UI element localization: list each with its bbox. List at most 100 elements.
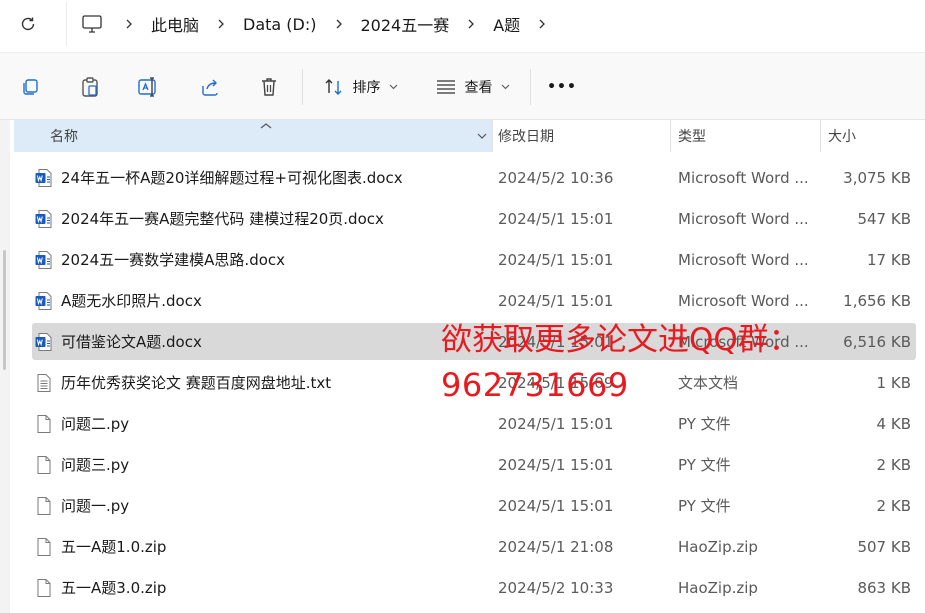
file-name[interactable]: 五一A题3.0.zip <box>61 567 491 608</box>
sort-button[interactable]: 排序 <box>320 70 400 104</box>
header-type-label: 类型 <box>678 129 706 145</box>
file-row[interactable]: 五一A题1.0.zip 2024/5/1 21:08 HaoZip.zip 507 K… <box>14 526 920 567</box>
breadcrumb-contest-folder[interactable]: 2024五一赛 <box>361 12 450 36</box>
file-row[interactable]: 问题二.py 2024/5/1 15:01 PY 文件 4 KB <box>14 403 920 444</box>
sort-ascending-icon <box>260 118 272 134</box>
file-size: 2 KB <box>876 496 911 515</box>
share-icon <box>202 79 218 96</box>
file-size: 6,516 KB <box>843 332 911 351</box>
file-date: 2024/5/1 15:01 <box>498 291 614 310</box>
file-type: HaoZip.zip <box>678 537 758 556</box>
sort-icon <box>325 79 341 95</box>
file-row[interactable]: 可借鉴论文A题.docx 2024/5/1 15:01 Microsoft Word… <box>14 321 920 362</box>
file-type: 文本文档 <box>678 374 739 392</box>
chevron-right-icon[interactable] <box>520 14 564 34</box>
more-options-button[interactable]: ••• <box>547 70 576 104</box>
paste-button[interactable] <box>76 70 104 104</box>
rename-icon <box>138 77 156 97</box>
header-name[interactable]: 名称 <box>14 120 492 152</box>
file-date: 2024/5/1 15:01 <box>498 250 614 269</box>
refresh-icon <box>21 17 35 31</box>
computer-icon[interactable] <box>81 14 103 34</box>
file-type: PY 文件 <box>678 415 731 433</box>
chevron-down-icon <box>389 84 398 90</box>
command-bar: 排序 查看 ••• <box>0 52 925 120</box>
trash-icon <box>262 78 276 96</box>
column-separator[interactable] <box>492 120 493 152</box>
view-list-icon <box>436 80 455 94</box>
chevron-right-icon[interactable] <box>199 14 243 34</box>
delete-button[interactable] <box>255 70 283 104</box>
file-size: 1 KB <box>876 373 911 392</box>
file-name[interactable]: 历年优秀获奖论文 赛题百度网盘地址.txt <box>61 362 491 403</box>
header-size-label: 大小 <box>828 129 856 145</box>
breadcrumb-data-drive[interactable]: Data (D:) <box>243 15 316 34</box>
file-type: Microsoft Word ... <box>678 168 809 187</box>
blank-file-icon <box>34 567 54 608</box>
file-name[interactable]: 五一A题1.0.zip <box>61 526 491 567</box>
file-name[interactable]: 可借鉴论文A题.docx <box>61 321 491 362</box>
file-row[interactable]: 24年五一杯A题20详细解题过程+可视化图表.docx 2024/5/2 10:3… <box>14 157 920 198</box>
file-type: Microsoft Word ... <box>678 209 809 228</box>
column-separator[interactable] <box>670 120 671 152</box>
view-button[interactable]: 查看 <box>432 70 512 104</box>
word-icon <box>34 198 54 239</box>
share-button[interactable] <box>196 70 224 104</box>
header-name-label: 名称 <box>50 129 78 145</box>
copy-icon <box>23 79 38 95</box>
file-row[interactable]: 五一A题3.0.zip 2024/5/2 10:33 HaoZip.zip 863 K… <box>14 567 920 608</box>
file-type: Microsoft Word ... <box>678 332 809 351</box>
file-size: 547 KB <box>857 209 911 228</box>
column-separator[interactable] <box>820 120 821 152</box>
file-type: PY 文件 <box>678 456 731 474</box>
rename-button[interactable] <box>134 70 162 104</box>
address-breadcrumb[interactable]: 此电脑 Data (D:) 2024五一赛 A题 <box>66 2 925 46</box>
file-row[interactable]: A题无水印照片.docx 2024/5/1 15:01 Microsoft Word… <box>14 280 920 321</box>
file-date: 2024/5/1 15:09 <box>498 373 614 392</box>
file-name[interactable]: A题无水印照片.docx <box>61 280 491 321</box>
file-name[interactable]: 2024年五一赛A题完整代码 建模过程20页.docx <box>61 198 491 239</box>
file-date: 2024/5/2 10:36 <box>498 168 614 187</box>
clipboard-icon <box>82 77 98 97</box>
toolbar-divider <box>530 69 531 105</box>
text-file-icon <box>34 362 54 403</box>
scrollbar-thumb[interactable] <box>3 250 6 370</box>
file-row[interactable]: 问题一.py 2024/5/1 15:01 PY 文件 2 KB <box>14 485 920 526</box>
header-date-label: 修改日期 <box>498 129 554 145</box>
chevron-right-icon[interactable] <box>107 14 151 34</box>
file-type: Microsoft Word ... <box>678 291 809 310</box>
file-date: 2024/5/1 15:01 <box>498 496 614 515</box>
breadcrumb-this-pc[interactable]: 此电脑 <box>151 12 199 36</box>
file-row[interactable]: 2024年五一赛A题完整代码 建模过程20页.docx 2024/5/1 15:0… <box>14 198 920 239</box>
file-name[interactable]: 问题二.py <box>61 403 491 444</box>
file-type: HaoZip.zip <box>678 578 758 597</box>
file-date: 2024/5/1 15:01 <box>498 414 614 433</box>
file-row[interactable]: 2024五一赛数学建模A思路.docx 2024/5/1 15:01 Microso… <box>14 239 920 280</box>
word-icon <box>34 321 54 362</box>
chevron-down-icon[interactable] <box>476 129 488 147</box>
chevron-down-icon <box>501 84 510 90</box>
file-size: 17 KB <box>867 250 911 269</box>
file-date: 2024/5/1 21:08 <box>498 537 614 556</box>
view-label: 查看 <box>464 80 493 96</box>
breadcrumb-a-folder[interactable]: A题 <box>493 12 520 36</box>
file-name[interactable]: 问题一.py <box>61 485 491 526</box>
header-size[interactable]: 大小 <box>828 120 918 152</box>
blank-file-icon <box>34 444 54 485</box>
file-name[interactable]: 24年五一杯A题20详细解题过程+可视化图表.docx <box>61 157 491 198</box>
file-list: 24年五一杯A题20详细解题过程+可视化图表.docx 2024/5/2 10:3… <box>14 157 920 608</box>
file-type: PY 文件 <box>678 497 731 515</box>
chevron-right-icon[interactable] <box>449 14 493 34</box>
blank-file-icon <box>34 403 54 444</box>
refresh-button[interactable] <box>14 10 42 38</box>
address-bar-area: 此电脑 Data (D:) 2024五一赛 A题 <box>0 0 925 52</box>
file-name[interactable]: 2024五一赛数学建模A思路.docx <box>61 239 491 280</box>
file-name[interactable]: 问题三.py <box>61 444 491 485</box>
header-type[interactable]: 类型 <box>678 120 818 152</box>
chevron-right-icon[interactable] <box>317 14 361 34</box>
copy-button[interactable] <box>16 70 44 104</box>
file-row[interactable]: 历年优秀获奖论文 赛题百度网盘地址.txt 2024/5/1 15:09 文本文档 1… <box>14 362 920 403</box>
header-date[interactable]: 修改日期 <box>498 120 668 152</box>
file-size: 2 KB <box>876 455 911 474</box>
file-row[interactable]: 问题三.py 2024/5/1 15:01 PY 文件 2 KB <box>14 444 920 485</box>
